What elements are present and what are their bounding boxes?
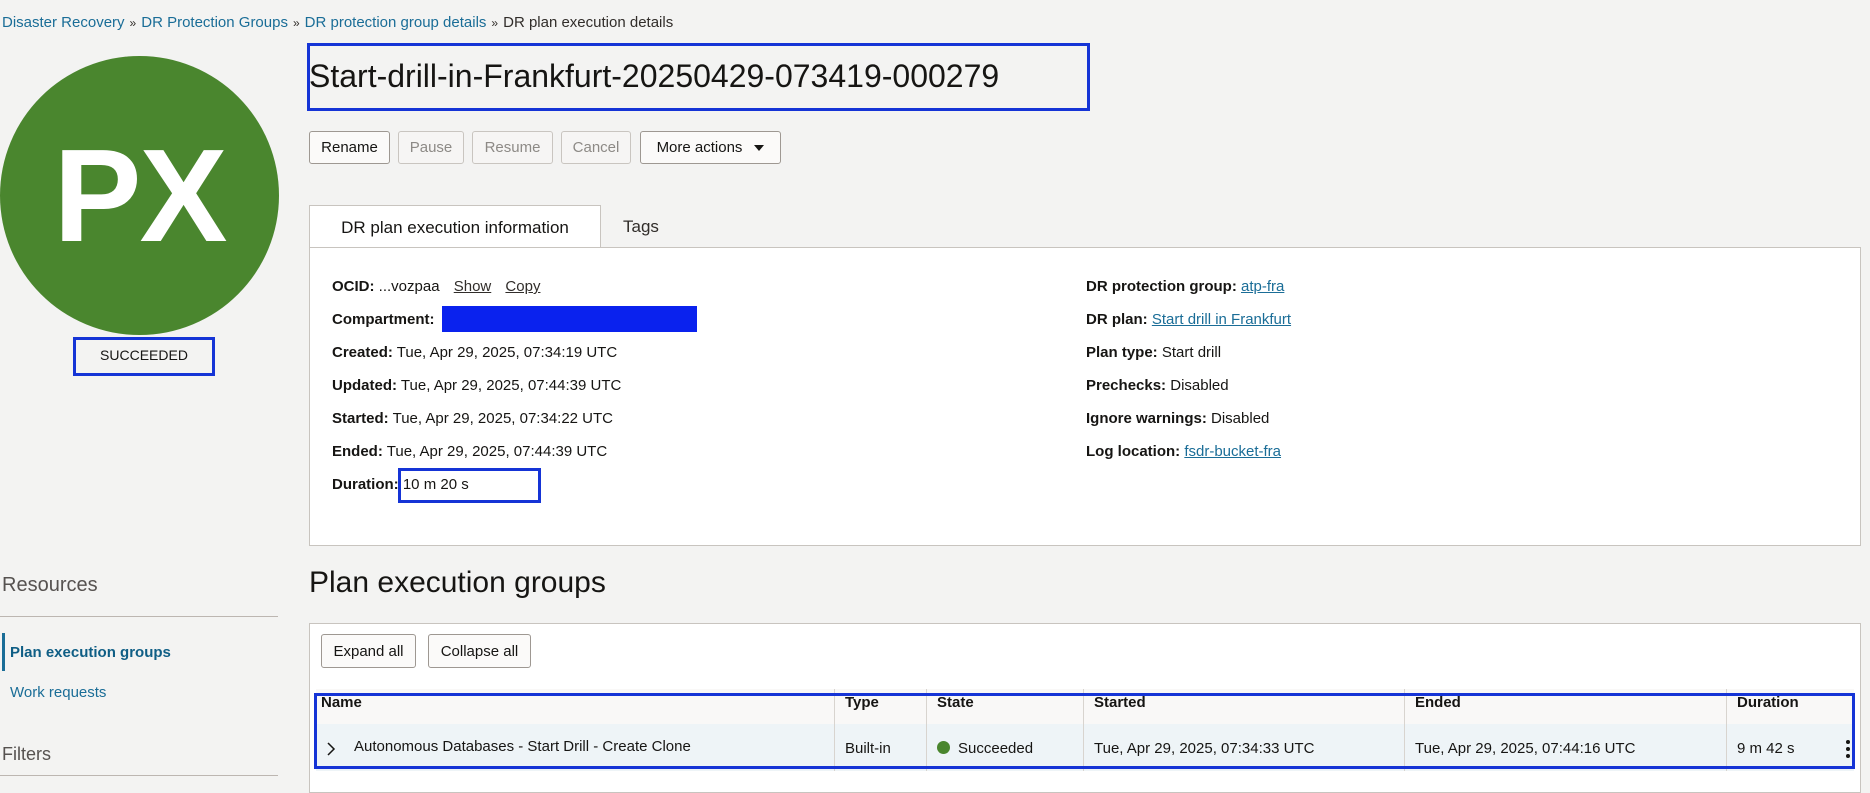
breadcrumb: Disaster Recovery » DR Protection Groups » D… (2, 14, 673, 31)
sidebar-item-plan-execution-groups[interactable]: Plan execution groups (10, 644, 171, 661)
protection-group-label: DR protection group: (1086, 278, 1237, 295)
ignore-warnings-row: Ignore warnings: Disabled (1086, 410, 1269, 427)
collapse-all-button[interactable]: Collapse all (428, 634, 531, 668)
compartment-redaction (442, 306, 697, 332)
ocid-row: OCID: ...vozpaa Show Copy (332, 278, 540, 295)
filters-heading: Filters (2, 744, 51, 764)
more-actions-label: More actions (656, 139, 743, 156)
cancel-button[interactable]: Cancel (561, 131, 631, 164)
started-label: Started: (332, 410, 389, 427)
ended-row: Ended: Tue, Apr 29, 2025, 07:44:39 UTC (332, 443, 607, 460)
ocid-value: ...vozpaa (378, 278, 440, 295)
ignore-warnings-label: Ignore warnings: (1086, 410, 1207, 427)
updated-value: Tue, Apr 29, 2025, 07:44:39 UTC (400, 377, 622, 394)
dr-plan-label: DR plan: (1086, 311, 1148, 328)
ocid-show-link[interactable]: Show (454, 278, 492, 295)
ended-label: Ended: (332, 443, 383, 460)
started-row: Started: Tue, Apr 29, 2025, 07:34:22 UTC (332, 410, 613, 427)
compartment-label: Compartment: (332, 311, 435, 328)
breadcrumb-dr-protection-groups[interactable]: DR Protection Groups (141, 14, 288, 31)
sidebar-active-indicator (2, 633, 5, 671)
duration-highlight-box (398, 468, 541, 503)
tab-dr-plan-execution-information[interactable]: DR plan execution information (309, 205, 601, 250)
prechecks-label: Prechecks: (1086, 377, 1167, 394)
created-label: Created: (332, 344, 393, 361)
dr-plan-link[interactable]: Start drill in Frankfurt (1152, 311, 1291, 328)
log-location-row: Log location: fsdr-bucket-fra (1086, 443, 1281, 460)
table-highlight-box (314, 693, 1855, 769)
plan-type-row: Plan type: Start drill (1086, 344, 1221, 361)
expand-all-button[interactable]: Expand all (321, 634, 416, 668)
avatar-initials: PX (53, 122, 227, 269)
created-row: Created: Tue, Apr 29, 2025, 07:34:19 UTC (332, 344, 617, 361)
duration-label: Duration: (332, 476, 399, 493)
compartment-row: Compartment: (332, 311, 435, 328)
ocid-label: OCID: (332, 278, 375, 295)
sidebar-item-work-requests[interactable]: Work requests (10, 684, 106, 701)
rename-button[interactable]: Rename (309, 131, 390, 164)
tab-tags[interactable]: Tags (623, 205, 659, 249)
section-title: Plan execution groups (309, 566, 606, 599)
sidebar-divider (0, 616, 278, 617)
breadcrumb-separator: » (292, 16, 300, 30)
resume-button[interactable]: Resume (472, 131, 553, 164)
caret-down-icon (754, 144, 765, 151)
created-value: Tue, Apr 29, 2025, 07:34:19 UTC (396, 344, 618, 361)
breadcrumb-current: DR plan execution details (503, 14, 674, 31)
ignore-warnings-value: Disabled (1211, 410, 1270, 427)
status-label: SUCCEEDED (73, 337, 215, 376)
more-actions-button[interactable]: More actions (640, 131, 781, 164)
pause-button[interactable]: Pause (398, 131, 464, 164)
log-location-label: Log location: (1086, 443, 1181, 460)
dr-plan-row: DR plan: Start drill in Frankfurt (1086, 311, 1291, 328)
log-location-link[interactable]: fsdr-bucket-fra (1184, 443, 1281, 460)
started-value: Tue, Apr 29, 2025, 07:34:22 UTC (392, 410, 614, 427)
breadcrumb-dr-protection-group-details[interactable]: DR protection group details (305, 14, 487, 31)
breadcrumb-separator: » (129, 16, 137, 30)
ended-value: Tue, Apr 29, 2025, 07:44:39 UTC (386, 443, 608, 460)
prechecks-value: Disabled (1170, 377, 1229, 394)
resource-avatar: PX (0, 56, 279, 335)
sidebar-divider (0, 775, 278, 776)
breadcrumb-separator: » (491, 16, 499, 30)
protection-group-row: DR protection group: atp-fra (1086, 278, 1284, 295)
updated-row: Updated: Tue, Apr 29, 2025, 07:44:39 UTC (332, 377, 621, 394)
plan-type-value: Start drill (1161, 344, 1222, 361)
ocid-copy-link[interactable]: Copy (505, 278, 540, 295)
page-title: Start-drill-in-Frankfurt-20250429-073419… (309, 58, 1000, 94)
breadcrumb-disaster-recovery[interactable]: Disaster Recovery (2, 14, 125, 31)
info-panel (309, 247, 1861, 546)
resources-heading: Resources (2, 574, 98, 596)
prechecks-row: Prechecks: Disabled (1086, 377, 1229, 394)
protection-group-link[interactable]: atp-fra (1241, 278, 1284, 295)
plan-type-label: Plan type: (1086, 344, 1158, 361)
updated-label: Updated: (332, 377, 397, 394)
